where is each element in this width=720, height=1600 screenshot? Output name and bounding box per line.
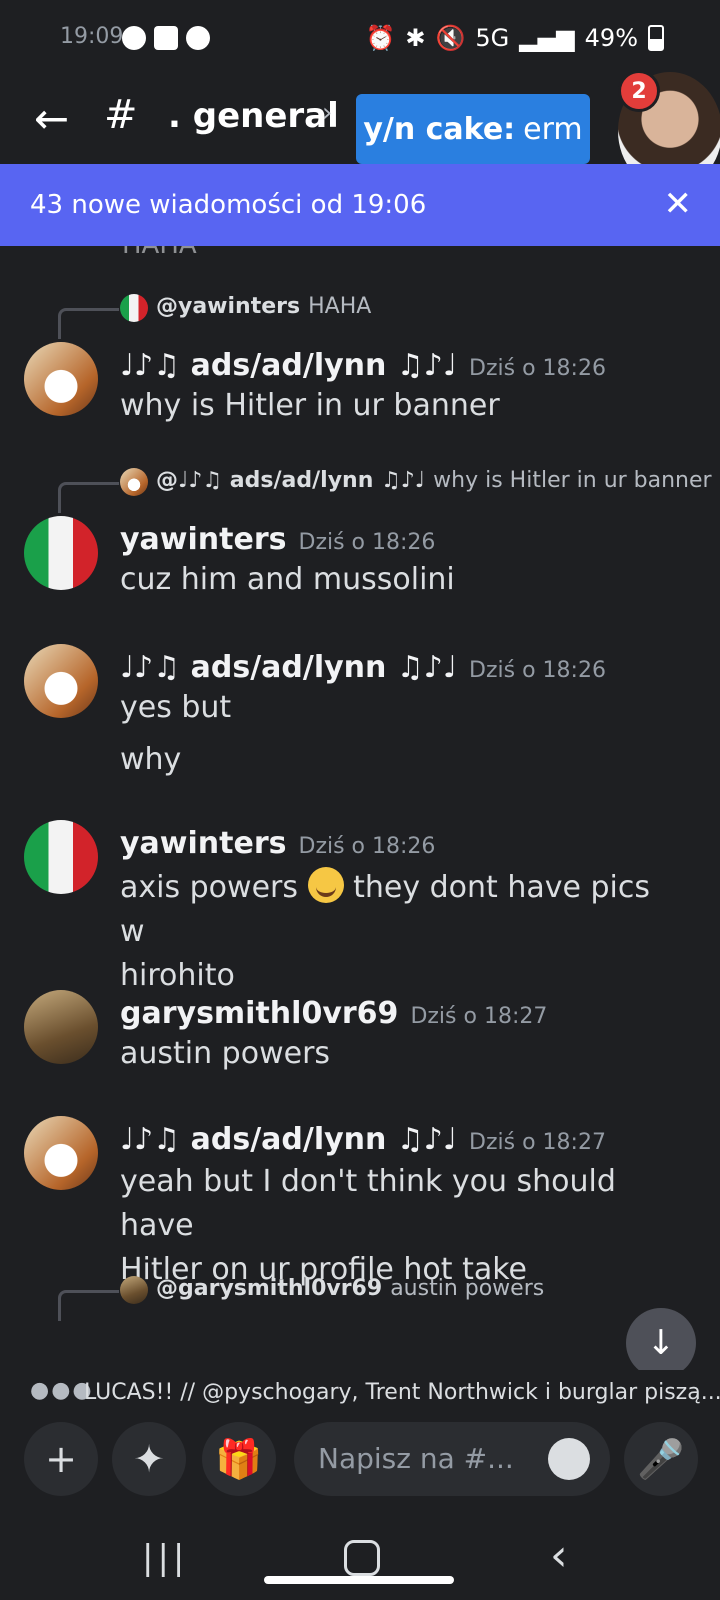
reply-author: @yawinters HAHA bbox=[156, 294, 372, 319]
channel-name[interactable]: . general bbox=[168, 96, 339, 136]
bluetooth-icon: ✱ bbox=[405, 24, 426, 52]
new-messages-bar[interactable]: 43 nowe wiadomości od 19:06 ✕ bbox=[0, 164, 720, 246]
battery-level: 49% bbox=[584, 24, 638, 52]
arrow-down-icon: ↓ bbox=[646, 1323, 676, 1363]
message-text: axis powers they dont have pics w hirohit… bbox=[120, 866, 680, 998]
arrow-left-icon[interactable]: ← bbox=[34, 94, 69, 143]
reply-connector bbox=[58, 308, 119, 339]
network-type: 5G bbox=[475, 24, 510, 52]
message-author[interactable]: yawinters Dziś o 18:26 bbox=[120, 826, 435, 861]
status-bar: 19:09 ⏰ ✱ 🔇 5G ▂▄▆ 49% bbox=[0, 0, 720, 80]
avatar[interactable] bbox=[24, 516, 98, 590]
gift-button[interactable]: 🎁 bbox=[202, 1422, 276, 1496]
notification-icons bbox=[122, 26, 210, 50]
recents-icon[interactable]: ||| bbox=[142, 1538, 188, 1578]
message-author[interactable]: garysmithl0vr69 Dziś o 18:27 bbox=[120, 996, 547, 1031]
microphone-button[interactable]: 🎤 bbox=[624, 1422, 698, 1496]
gesture-bar[interactable] bbox=[264, 1576, 454, 1584]
new-messages-text: 43 nowe wiadomości od 19:06 bbox=[30, 190, 427, 220]
message-feed[interactable]: HAHA @yawintersHAHA ♩♪♫ ads/ad/lynn ♫♪♩D… bbox=[0, 246, 720, 1370]
reply-preview[interactable]: @garysmithl0vr69 austin powers bbox=[58, 1274, 698, 1321]
typing-indicator: ●●● LUCAS!! // @pyschogary, Trent Northw… bbox=[0, 1370, 720, 1414]
battery-icon bbox=[648, 25, 664, 51]
message-placeholder: Napisz na #... bbox=[318, 1442, 514, 1475]
bubble-sender: y/n cake: bbox=[363, 111, 516, 147]
crying-emoji-icon bbox=[307, 867, 344, 903]
reply-text: austin powers bbox=[390, 1276, 545, 1301]
gift-icon: 🎁 bbox=[215, 1436, 263, 1481]
chevron-right-icon[interactable]: › bbox=[322, 98, 332, 128]
status-time: 19:09 bbox=[60, 24, 124, 49]
message-author[interactable]: ♩♪♫ ads/ad/lynn ♫♪♩ Dziś o 18:26 bbox=[120, 348, 606, 383]
avatar bbox=[120, 468, 148, 496]
message-time: Dziś o 18:27 bbox=[410, 1004, 548, 1029]
gallery-icon bbox=[154, 26, 178, 50]
message-author[interactable]: ♩♪♫ ads/ad/lynn ♫♪♩ Dziś o 18:27 bbox=[120, 1122, 606, 1157]
avatar[interactable] bbox=[24, 644, 98, 718]
message-time: Dziś o 18:26 bbox=[469, 356, 606, 381]
unread-badge: 2 bbox=[618, 70, 660, 112]
message-text: yeah but I don't think you should have Hi… bbox=[120, 1164, 616, 1287]
apps-icon: ✦ bbox=[133, 1437, 165, 1481]
reply-connector bbox=[58, 1290, 119, 1321]
message-author[interactable]: ♩♪♫ ads/ad/lynn ♫♪♩ Dziś o 18:26 bbox=[120, 650, 606, 685]
message-text: austin powers bbox=[120, 1036, 331, 1071]
reply-text: HAHA bbox=[308, 294, 372, 319]
message-time: Dziś o 18:26 bbox=[298, 834, 436, 859]
close-icon[interactable]: ✕ bbox=[664, 184, 693, 224]
avatar bbox=[120, 294, 148, 322]
emoji-icon[interactable] bbox=[548, 1438, 590, 1480]
alarm-icon: ⏰ bbox=[365, 24, 396, 52]
avatar[interactable] bbox=[24, 342, 98, 416]
reply-connector bbox=[58, 482, 119, 513]
clipped-message-text: HAHA bbox=[122, 246, 197, 260]
plus-icon: + bbox=[45, 1437, 77, 1481]
message-text: yes but bbox=[120, 690, 232, 725]
message-time: Dziś o 18:26 bbox=[298, 530, 436, 555]
chat-bubble-preview[interactable]: y/n cake: erm bbox=[356, 94, 590, 164]
avatar[interactable] bbox=[24, 820, 98, 894]
reply-author: @garysmithl0vr69 austin powers bbox=[156, 1276, 545, 1301]
message-text: why bbox=[120, 742, 182, 777]
message-composer: + ✦ 🎁 Napisz na #... 🎤 bbox=[0, 1418, 720, 1502]
system-indicators: ⏰ ✱ 🔇 5G ▂▄▆ 49% bbox=[366, 24, 664, 52]
channel-hash-icon: # bbox=[104, 92, 138, 138]
avatar bbox=[120, 1276, 148, 1304]
reply-text: why is Hitler in ur banner bbox=[433, 468, 712, 493]
message-text: why is Hitler in ur banner bbox=[120, 388, 500, 423]
message-text: cuz him and mussolini bbox=[120, 562, 455, 597]
avatar[interactable] bbox=[24, 990, 98, 1064]
avatar[interactable] bbox=[24, 1116, 98, 1190]
messenger-icon bbox=[122, 26, 146, 50]
reply-preview[interactable]: @♩♪♫ ads/ad/lynn ♫♪♩ why is Hitler in ur … bbox=[58, 466, 712, 513]
signal-icon: ▂▄▆ bbox=[519, 24, 575, 52]
typing-text: LUCAS!! // @pyschogary, Trent Northwick … bbox=[84, 1380, 720, 1405]
message-time: Dziś o 18:27 bbox=[469, 1130, 606, 1155]
message-author[interactable]: yawinters Dziś o 18:26 bbox=[120, 522, 435, 557]
channel-header: ← # . general › y/n cake: erm bbox=[0, 80, 720, 164]
bubble-text: erm bbox=[523, 111, 583, 147]
back-nav-icon[interactable]: ‹ bbox=[550, 1530, 568, 1581]
apps-button[interactable]: ✦ bbox=[112, 1422, 186, 1496]
reply-author: @♩♪♫ ads/ad/lynn ♫♪♩ why is Hitler in ur … bbox=[156, 468, 712, 493]
home-icon[interactable] bbox=[344, 1540, 380, 1576]
message-input[interactable]: Napisz na #... bbox=[294, 1422, 610, 1496]
jump-to-present-button[interactable]: ↓ bbox=[626, 1308, 696, 1378]
reply-preview[interactable]: @yawinters HAHA bbox=[58, 292, 698, 339]
mute-icon: 🔇 bbox=[435, 24, 466, 52]
add-button[interactable]: + bbox=[24, 1422, 98, 1496]
message-time: Dziś o 18:26 bbox=[469, 658, 606, 683]
microphone-icon: 🎤 bbox=[637, 1436, 685, 1481]
system-nav-bar: ||| ‹ bbox=[0, 1520, 720, 1600]
messenger-icon-2 bbox=[186, 26, 210, 50]
